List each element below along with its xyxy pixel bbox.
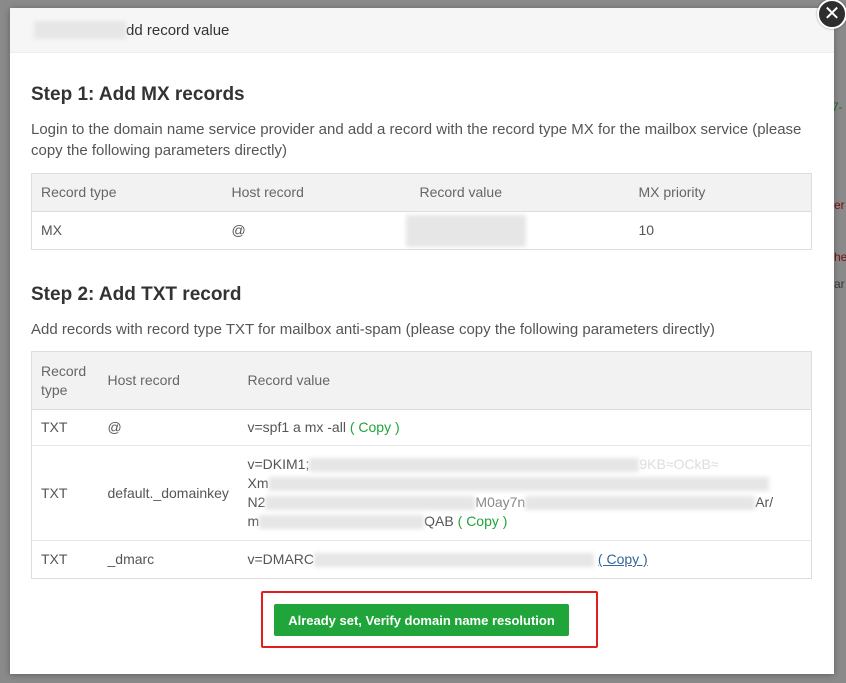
col-host-record: Host record (98, 351, 239, 410)
col-record-value: Record value (410, 173, 630, 212)
table-row: MX @ 10 (31, 211, 812, 250)
dkim-text: Xm (247, 475, 269, 491)
cell-record-value (405, 211, 630, 250)
dkim-text: Ar/ (755, 494, 774, 510)
cell-host-record: default._domainkey (98, 445, 239, 541)
redacted-area (309, 458, 640, 473)
mx-records-table: Record type Host record Record value MX … (31, 173, 812, 250)
background-text: he (834, 250, 846, 264)
redacted-area (314, 553, 595, 568)
dkim-line: m QAB ( Copy ) (248, 512, 803, 531)
cell-host-record: _dmarc (98, 540, 239, 579)
redacted-area (268, 477, 769, 492)
dkim-text: v=DKIM1; (247, 456, 310, 472)
copy-spf-link[interactable]: ( Copy ) (350, 419, 400, 435)
col-record-value: Record value (238, 351, 812, 410)
table-row: TXT @ v=spf1 a mx -all ( Copy ) (31, 409, 812, 446)
redacted-area (34, 21, 126, 39)
dialog-title-text: dd record value (126, 22, 230, 39)
dkim-line: N2 M0ay7n Ar/ (248, 493, 803, 512)
col-host-record: Host record (222, 173, 411, 212)
copy-dkim-link[interactable]: ( Copy ) (458, 513, 508, 529)
spf-value: v=spf1 a mx -all (247, 419, 346, 435)
col-record-type: Record type (31, 173, 223, 212)
col-mx-priority: MX priority (629, 173, 812, 212)
step2-title: Step 2: Add TXT record (31, 284, 242, 305)
table-row: TXT default._domainkey v=DKIM1; 9KB≈OCkB≈… (31, 445, 812, 541)
cell-record-value: v=spf1 a mx -all ( Copy ) (238, 409, 812, 446)
cell-record-value: v=DKIM1; 9KB≈OCkB≈ Xm N2 M0ay7n Ar/ m QAB ( … (238, 445, 812, 541)
cell-record-type: TXT (31, 540, 99, 579)
dkim-text: N2 (247, 494, 266, 510)
dkim-text: m (247, 513, 260, 529)
dkim-text: M0ay7n (475, 494, 526, 510)
col-record-type: Record type (31, 351, 99, 410)
table-row: TXT _dmarc v=DMARC ( Copy ) (31, 540, 812, 579)
redacted-area (405, 214, 526, 247)
dkim-line: Xm (248, 474, 803, 493)
cell-record-type: TXT (31, 409, 99, 446)
cell-host-record: @ (222, 211, 411, 250)
redacted-area (259, 515, 425, 530)
dkim-text: 9KB≈OCkB≈ (639, 456, 719, 472)
copy-dmarc-link[interactable]: ( Copy ) (598, 551, 648, 567)
redacted-area (265, 496, 476, 511)
txt-records-table: Record type Host record Record value TXT… (31, 351, 812, 579)
cell-mx-priority: 10 (629, 211, 812, 250)
step1-description: Login to the domain name service provide… (31, 121, 802, 159)
background-text: er (834, 198, 845, 212)
dmarc-value: v=DMARC (247, 551, 315, 567)
redacted-area (525, 496, 756, 511)
step2-description: Add records with record type TXT for mai… (31, 321, 715, 338)
dkim-text: QAB (424, 513, 454, 529)
cell-record-value: v=DMARC ( Copy ) (238, 540, 812, 579)
dialog-header: dd record value (10, 8, 834, 53)
background-text: ar (834, 277, 845, 291)
table-header-row: Record type Host record Record value (31, 351, 812, 410)
cell-record-type: TXT (31, 445, 99, 541)
dkim-line: v=DKIM1; 9KB≈OCkB≈ (248, 455, 803, 474)
cell-host-record: @ (98, 409, 239, 446)
table-header-row: Record type Host record Record value MX … (31, 173, 812, 212)
add-record-dialog: dd record value Step 1: Add MX records L… (10, 8, 834, 674)
verify-domain-button[interactable]: Already set, Verify domain name resoluti… (274, 604, 569, 636)
cell-record-type: MX (31, 211, 223, 250)
step1-title: Step 1: Add MX records (31, 84, 245, 105)
dialog-title: dd record value (34, 21, 229, 39)
close-icon[interactable]: ✕ (817, 0, 846, 29)
